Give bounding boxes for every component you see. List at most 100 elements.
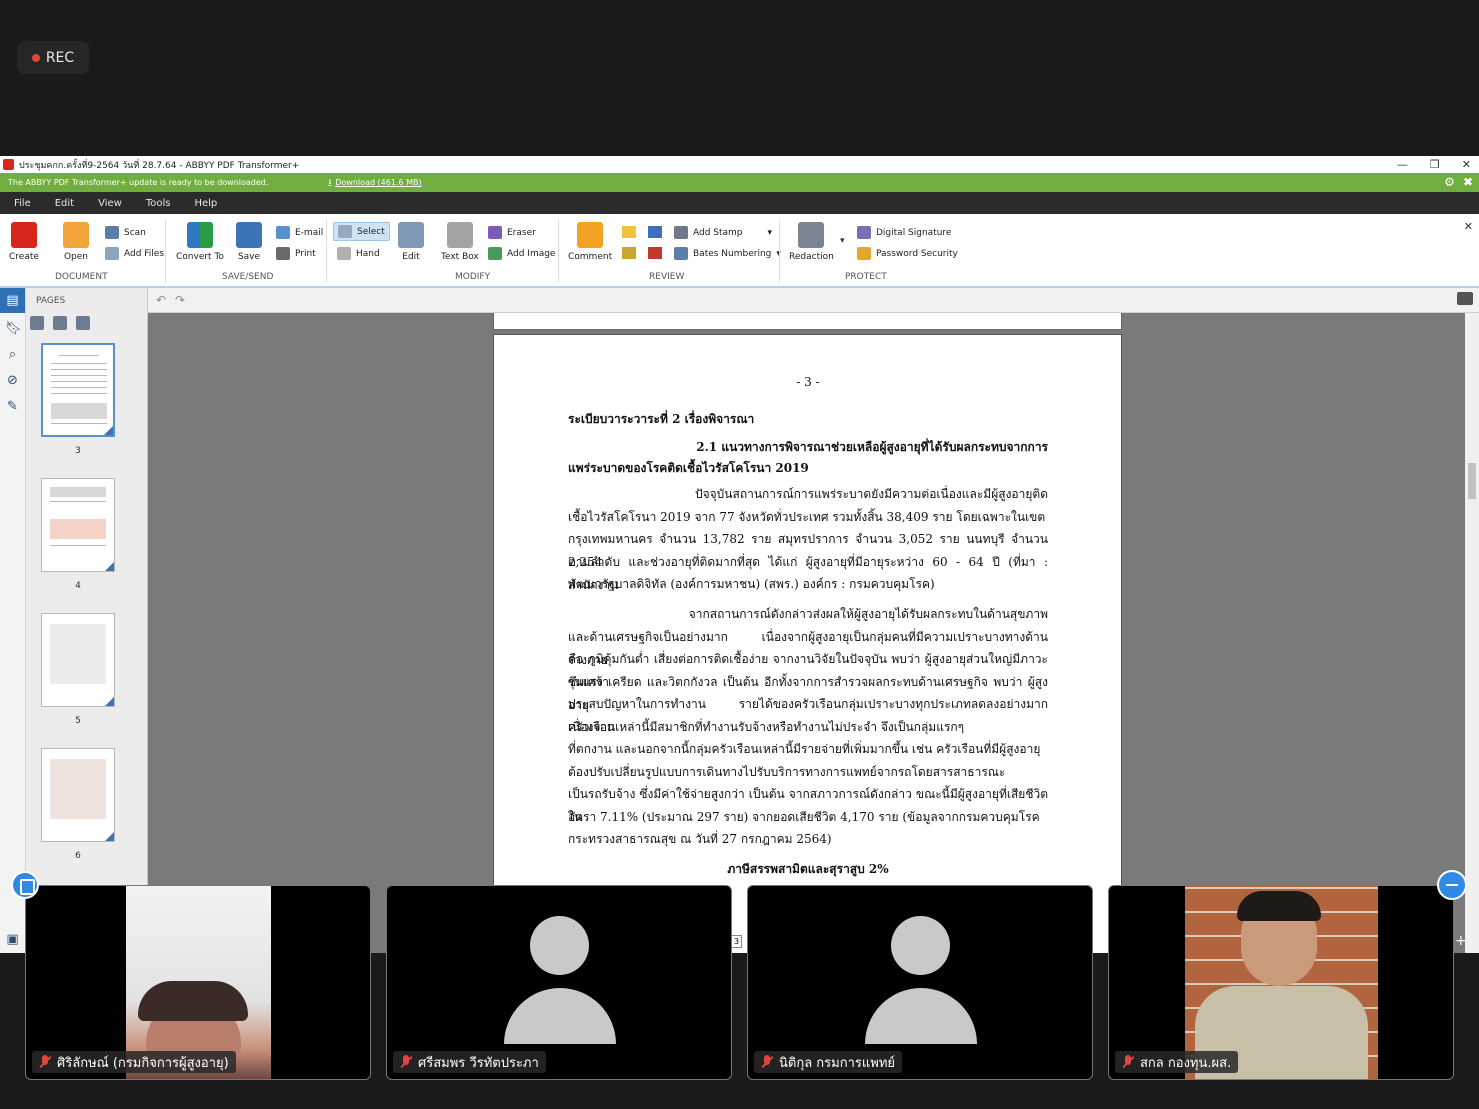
avatar-body-icon: [504, 988, 616, 1044]
bates-numbering-button[interactable]: Bates Numbering ▾: [674, 247, 781, 260]
print-button[interactable]: Print: [276, 247, 316, 260]
add-files-button[interactable]: Add Files: [105, 247, 164, 260]
section-heading-cont: แพร่ระบาดของโรคติดเชื้อไวรัสโคโรนา 2019: [568, 461, 809, 475]
participant-tile[interactable]: นิติกุล กรมการแพทย์: [747, 885, 1093, 1080]
convert-to-button[interactable]: Convert To: [176, 222, 224, 262]
menu-help[interactable]: Help: [194, 198, 217, 209]
save-disk-icon: [236, 222, 262, 248]
minimize-button[interactable]: —: [1397, 158, 1408, 171]
add-image-button[interactable]: Add Image: [488, 247, 555, 260]
scroll-thumb[interactable]: [1468, 463, 1476, 499]
recording-indicator: REC: [17, 41, 89, 74]
open-button[interactable]: Open: [63, 222, 89, 262]
update-notification-bar: The ABBYY PDF Transformer+ update is rea…: [0, 173, 1479, 192]
eraser-icon: [488, 226, 502, 239]
page-thumbnail-5[interactable]: [41, 613, 115, 707]
properties-icon[interactable]: ▣: [5, 932, 20, 947]
agenda-heading: ระเบียบวาระวาระที่ 2 เรื่องพิจารณา: [568, 412, 755, 426]
attachment-icon[interactable]: ⊘: [5, 373, 20, 388]
email-icon: [276, 226, 290, 239]
email-button[interactable]: E-mail: [276, 226, 323, 239]
rotate-right-icon[interactable]: [76, 316, 90, 330]
restore-button[interactable]: ❐: [1430, 158, 1440, 171]
digital-signature-label: Digital Signature: [876, 227, 952, 238]
redaction-chevron-icon[interactable]: ▾: [840, 236, 845, 246]
mic-muted-icon: [399, 1055, 413, 1069]
redaction-button[interactable]: Redaction: [789, 222, 834, 262]
page-thumbnail-4[interactable]: [41, 478, 115, 572]
section-heading: 2.1 แนวทางการพิจารณาช่วยเหลือผู้สูงอายุท…: [696, 440, 1048, 454]
minimize-gallery-icon[interactable]: [1437, 870, 1467, 900]
participant-tile[interactable]: ศรีสมพร วีรทัตประภา: [386, 885, 732, 1080]
window-title: ประชุมคกก.ครั้งที่9-2564 วันที่ 28.7.64 …: [19, 160, 300, 171]
edit-button[interactable]: Edit: [398, 222, 424, 262]
text-box-icon: [446, 222, 473, 248]
menu-view[interactable]: View: [98, 198, 122, 209]
participant-nameplate: ศิริลักษณ์ (กรมกิจการผู้สูงอายุ): [32, 1051, 236, 1073]
settings-gear-icon[interactable]: ⚙: [1444, 175, 1455, 189]
menu-bar: File Edit View Tools Help: [0, 192, 1479, 214]
ribbon-collapse-icon[interactable]: ✕: [1464, 220, 1473, 233]
eraser-button[interactable]: Eraser: [488, 226, 536, 239]
pdf-app-window: ประชุมคกก.ครั้งที่9-2564 วันที่ 28.7.64 …: [0, 156, 1479, 953]
page-number-field[interactable]: 3: [731, 935, 742, 948]
comment-note-icon: [577, 222, 604, 248]
add-icon[interactable]: +: [1455, 933, 1467, 949]
select-tool-button[interactable]: Select: [333, 222, 390, 241]
insert-page-icon[interactable]: [30, 316, 44, 330]
comments-panel-icon[interactable]: [1457, 292, 1473, 305]
hand-tool-button[interactable]: Hand: [337, 247, 380, 260]
group-label-modify: MODIFY: [455, 272, 491, 282]
stamp-icon: [674, 226, 688, 239]
scan-button[interactable]: Scan: [105, 226, 146, 239]
redo-icon[interactable]: ↷: [175, 293, 185, 307]
page-thumbnail-6[interactable]: [41, 748, 115, 842]
comment-button[interactable]: Comment: [568, 222, 612, 262]
group-label-review: REVIEW: [649, 272, 685, 282]
page-thumbnail-3[interactable]: [41, 343, 115, 437]
paragraph-line: ต้องปรับเปลี่ยนรูปแบบการเดินทางไปรับบริก…: [568, 765, 1006, 779]
signature-icon[interactable]: ✎: [5, 399, 20, 414]
password-security-button[interactable]: Password Security: [857, 247, 958, 260]
menu-edit[interactable]: Edit: [55, 198, 74, 209]
text-box-button[interactable]: Text Box: [441, 222, 479, 262]
ribbon-separator: [326, 220, 327, 282]
participant-tile[interactable]: สกล กองทุน.ผส.: [1108, 885, 1454, 1080]
highlight-text-icon[interactable]: [622, 226, 636, 238]
add-files-label: Add Files: [124, 248, 165, 259]
participant-name: ศิริลักษณ์ (กรมกิจการผู้สูงอายุ): [57, 1055, 229, 1071]
avatar-placeholder-icon: [530, 916, 589, 975]
group-label-document: DOCUMENT: [55, 272, 108, 282]
insert-text-icon[interactable]: [622, 247, 636, 259]
contact-card-icon[interactable]: [11, 871, 39, 899]
previous-page-bottom: [493, 313, 1122, 330]
close-button[interactable]: ✕: [1462, 158, 1471, 171]
bookmark-icon[interactable]: 🔖︎: [5, 321, 22, 336]
pages-panel: PAGES 3 4 5 6: [26, 288, 173, 953]
page-corner-icon: [105, 697, 114, 706]
digital-signature-button[interactable]: Digital Signature: [857, 226, 951, 239]
group-label-protect: PROTECT: [845, 272, 887, 282]
save-button[interactable]: Save: [236, 222, 262, 262]
menu-file[interactable]: File: [14, 198, 31, 209]
download-link[interactable]: ⭳ Download (461.6 MB): [328, 176, 421, 190]
add-files-icon: [105, 247, 119, 260]
scan-label: Scan: [124, 227, 146, 238]
participant-tile[interactable]: ศิริลักษณ์ (กรมกิจการผู้สูงอายุ): [25, 885, 371, 1080]
underline-text-icon[interactable]: [648, 226, 662, 238]
create-button[interactable]: Create: [9, 222, 39, 262]
group-label-save-send: SAVE/SEND: [222, 272, 274, 282]
paragraph-line: กระทรวงสาธารณสุข ณ วันที่ 27 กรกฎาคม 256…: [568, 832, 832, 846]
page-number-label: 6: [75, 851, 81, 861]
pages-panel-icon[interactable]: ▤: [0, 288, 25, 313]
rotate-left-icon[interactable]: [53, 316, 67, 330]
dismiss-close-icon[interactable]: ✖: [1463, 175, 1473, 189]
document-scrollbar[interactable]: [1465, 313, 1479, 953]
strikeout-text-icon[interactable]: [648, 247, 662, 259]
undo-icon[interactable]: ↶: [156, 293, 166, 307]
menu-tools[interactable]: Tools: [146, 198, 171, 209]
add-stamp-button[interactable]: Add Stamp ▾: [674, 226, 772, 239]
search-icon[interactable]: ⌕: [5, 347, 20, 362]
edit-document-icon: [398, 222, 424, 248]
signature-pen-icon: [857, 226, 871, 239]
